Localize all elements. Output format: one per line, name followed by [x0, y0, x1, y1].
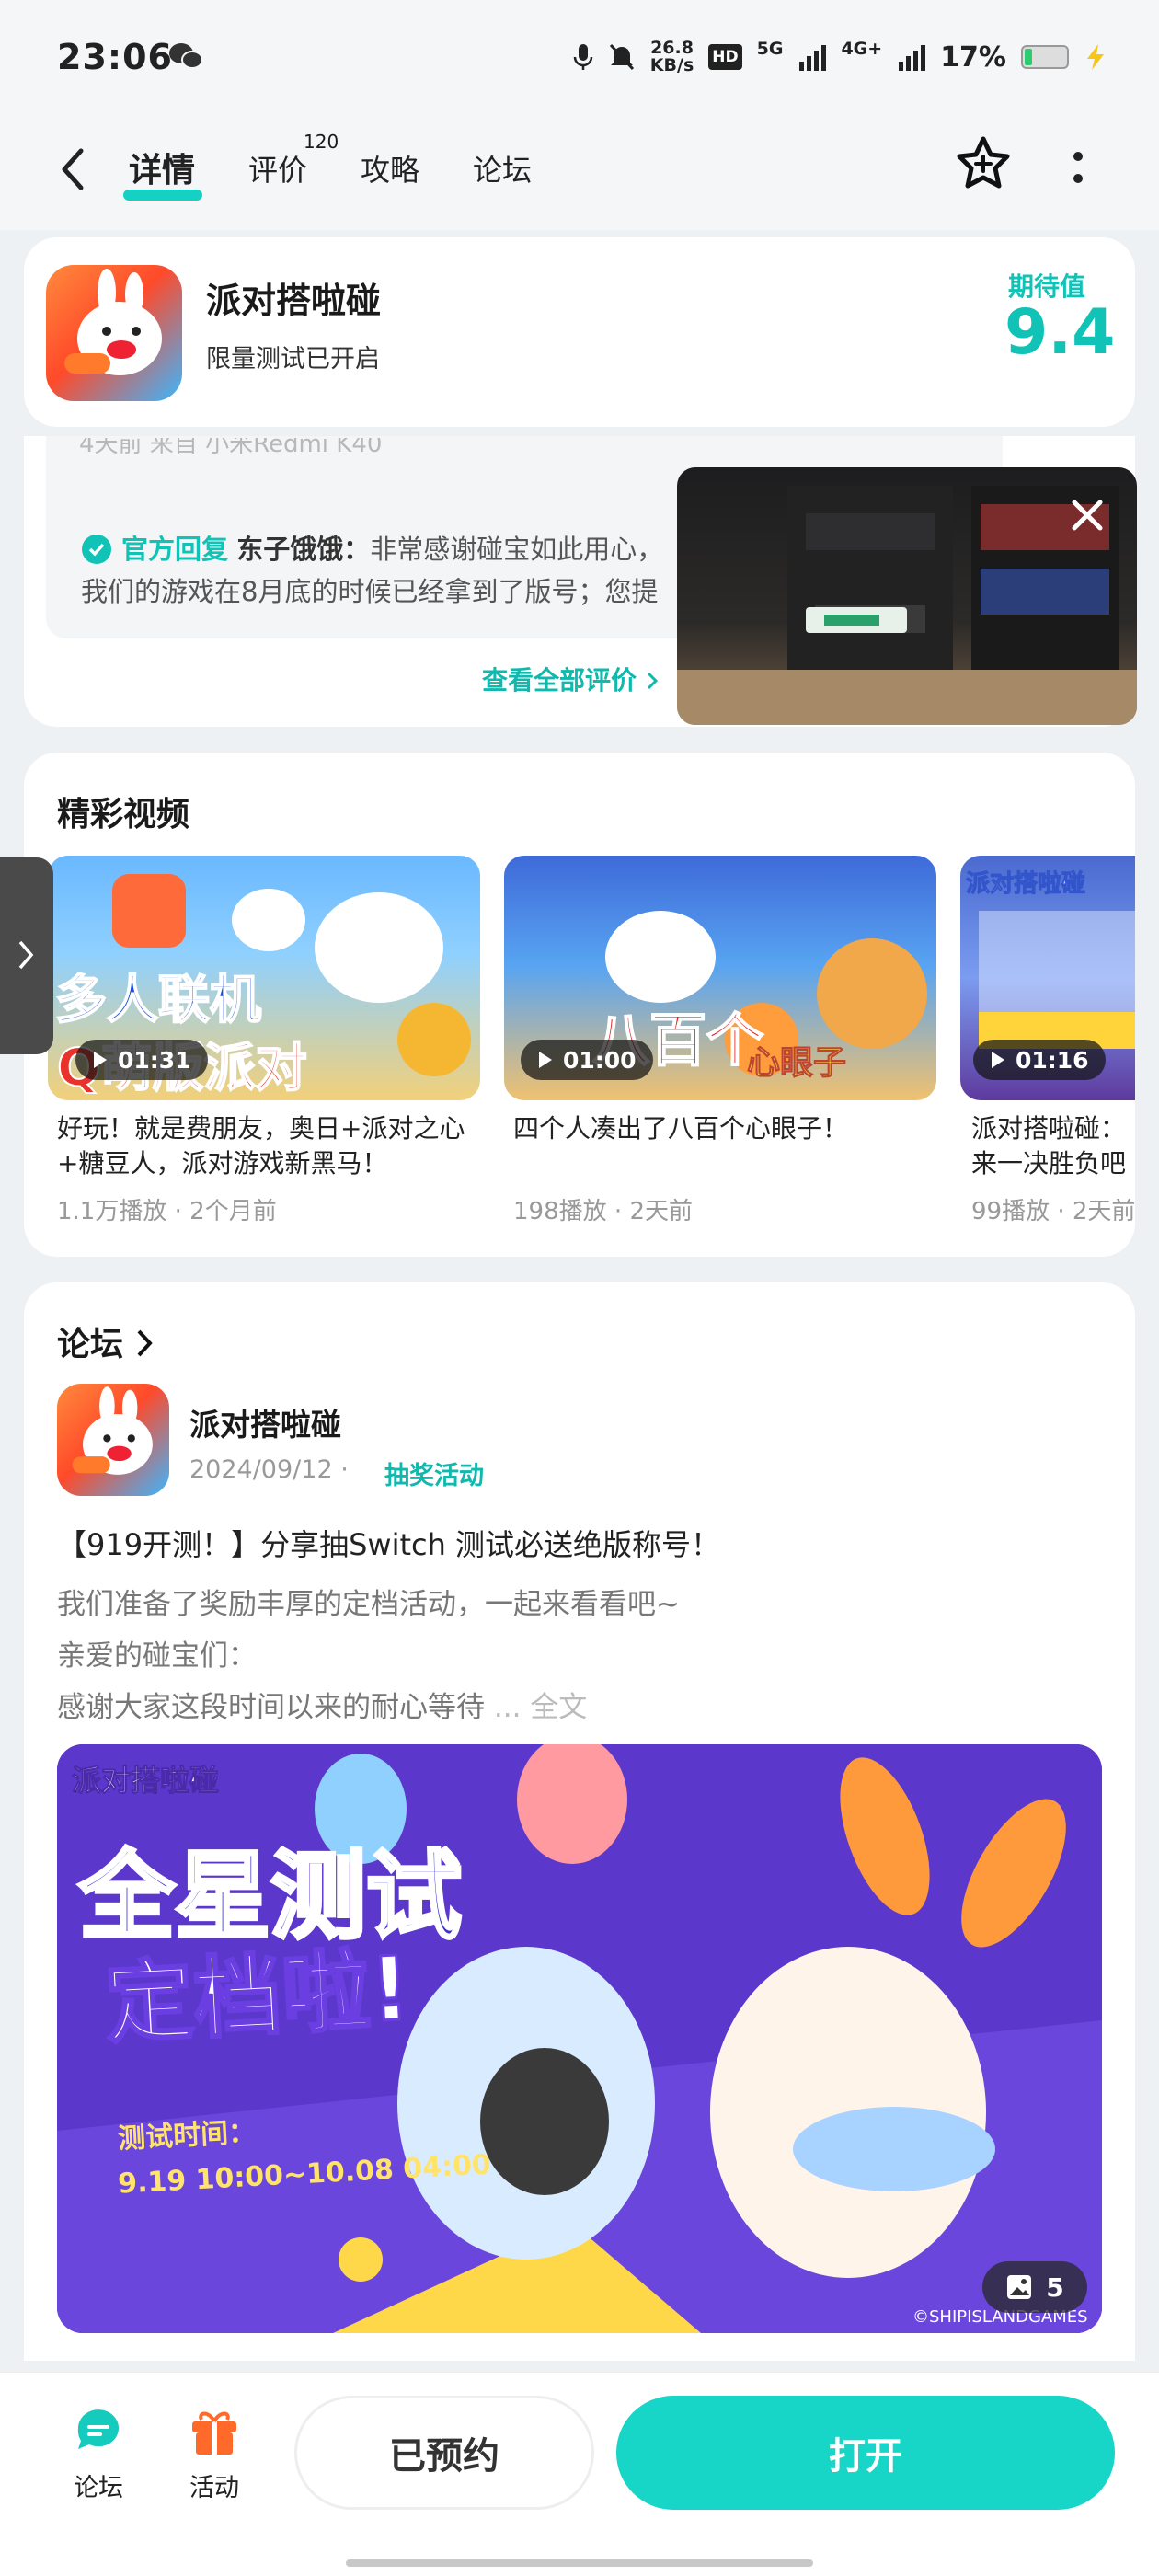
- forum-icon: [77, 2409, 119, 2449]
- tab-reviews[interactable]: 评价: [248, 147, 307, 190]
- tab-detail[interactable]: 详情: [129, 144, 195, 191]
- mic-icon: [573, 44, 593, 70]
- activity-shortcut[interactable]: 活动: [173, 2403, 256, 2503]
- close-icon[interactable]: [1063, 491, 1111, 539]
- app-subtitle: 限量测试已开启: [206, 345, 380, 374]
- forum-title-link[interactable]: 论坛: [57, 1317, 154, 1365]
- image-count-badge: 5: [982, 2261, 1087, 2313]
- banner-subtitle: 定档啦!: [101, 1936, 414, 2057]
- app-title: 派对搭啦碰: [206, 281, 382, 321]
- author-avatar[interactable]: [57, 1384, 169, 1496]
- chevron-right-icon: [137, 1329, 153, 1357]
- play-icon: [992, 1052, 1004, 1068]
- play-icon: [94, 1052, 107, 1068]
- more-icon[interactable]: [1067, 149, 1089, 188]
- net-5g: 5G: [756, 39, 784, 59]
- video-thumb-3[interactable]: 派对搭啦碰 01:16: [960, 856, 1135, 1100]
- net-4g: 4G+: [841, 39, 883, 59]
- charging-icon: [1087, 44, 1104, 70]
- side-expand-tab[interactable]: [0, 857, 53, 1054]
- hd-badge: HD: [708, 44, 742, 70]
- mute-icon: [609, 43, 634, 71]
- video-caption-2: 心眼子: [746, 1044, 847, 1083]
- banner-logo: 派对搭啦碰: [71, 1763, 220, 1799]
- tab-guide[interactable]: 攻略: [361, 147, 419, 190]
- video-caption: 派对搭啦碰: [965, 870, 1086, 899]
- post-line: 亲爱的碰宝们：: [57, 1639, 257, 1673]
- favorite-star-icon[interactable]: [953, 134, 1014, 195]
- video-thumb-1[interactable]: 多人联机 Q萌版派对 01:31: [48, 856, 480, 1100]
- post-tag[interactable]: 抽奖活动: [384, 1455, 484, 1491]
- video-thumb-2[interactable]: 八百个 心眼子 01:00: [504, 856, 936, 1100]
- review-meta: 4天前 来自 小米Redmi K40: [79, 431, 383, 458]
- video-meta-1: 1.1万播放 · 2个月前: [57, 1198, 277, 1225]
- tab-forum[interactable]: 论坛: [473, 147, 532, 190]
- post-line: 我们准备了奖励丰厚的定档活动，一起来看看吧~: [57, 1588, 680, 1621]
- app-header-card: [24, 237, 1135, 427]
- post-date: 2024/09/12 ·: [189, 1455, 349, 1484]
- post-line: 感谢大家这段时间以来的耐心等待 ... 全文: [57, 1691, 588, 1724]
- video-title-2[interactable]: 四个人凑出了八百个心眼子！: [513, 1111, 936, 1146]
- official-reply: 官方回复 东子饿饿：非常感谢碰宝如此用心，我们的游戏在8月底的时候已经拿到了版号…: [81, 534, 664, 607]
- net-speed: 26.8 KB/s: [649, 38, 694, 75]
- signal-icon-2: [899, 43, 926, 71]
- status-icons: 26.8 KB/s HD 5G 4G+ 17%: [573, 39, 1107, 75]
- wechat-icon: [169, 43, 203, 69]
- status-time: 23:06: [57, 37, 173, 77]
- back-icon[interactable]: [59, 142, 86, 197]
- video-caption: 多人联机: [54, 970, 262, 1031]
- reviews-count-badge: 120: [304, 131, 339, 153]
- read-more-link[interactable]: ... 全文: [494, 1691, 587, 1724]
- image-icon: [1007, 2275, 1032, 2299]
- play-icon: [539, 1052, 552, 1068]
- video-title-3[interactable]: 派对搭啦碰：来一决胜负吧: [971, 1111, 1135, 1183]
- videos-title: 精彩视频: [57, 796, 190, 834]
- reserved-button[interactable]: 已预约: [294, 2396, 594, 2510]
- gift-icon: [192, 2411, 236, 2455]
- chevron-right-icon: [18, 940, 34, 970]
- video-duration: 01:16: [973, 1040, 1106, 1080]
- post-banner-image[interactable]: 派对搭啦碰 全星测试 定档啦! 测试时间： 9.19 10:00~10.08 0…: [57, 1744, 1102, 2333]
- expect-score: 9.4: [1004, 296, 1116, 369]
- video-duration: 01:00: [521, 1040, 653, 1080]
- video-meta-2: 198播放 · 2天前: [513, 1198, 693, 1225]
- video-meta-3: 99播放 · 2天前: [971, 1198, 1135, 1225]
- video-duration: 01:31: [75, 1040, 208, 1080]
- open-button[interactable]: 打开: [616, 2396, 1115, 2510]
- app-icon[interactable]: [46, 265, 182, 401]
- see-all-reviews-link[interactable]: 查看全部评价: [482, 661, 659, 697]
- battery-icon: [1021, 45, 1069, 69]
- post-headline[interactable]: 【919开测！】分享抽Switch 测试必送绝版称号！: [57, 1522, 720, 1564]
- post-author[interactable]: 派对搭啦碰: [189, 1400, 341, 1444]
- home-indicator[interactable]: [346, 2559, 813, 2567]
- battery-percent: 17%: [940, 40, 1006, 74]
- banner-time-label: 测试时间：: [117, 2116, 257, 2156]
- video-title-1[interactable]: 好玩！就是费朋友，奥日+派对之心+糖豆人，派对游戏新黑马！: [57, 1111, 480, 1181]
- forum-shortcut[interactable]: 论坛: [57, 2403, 140, 2503]
- signal-icon: [799, 43, 827, 71]
